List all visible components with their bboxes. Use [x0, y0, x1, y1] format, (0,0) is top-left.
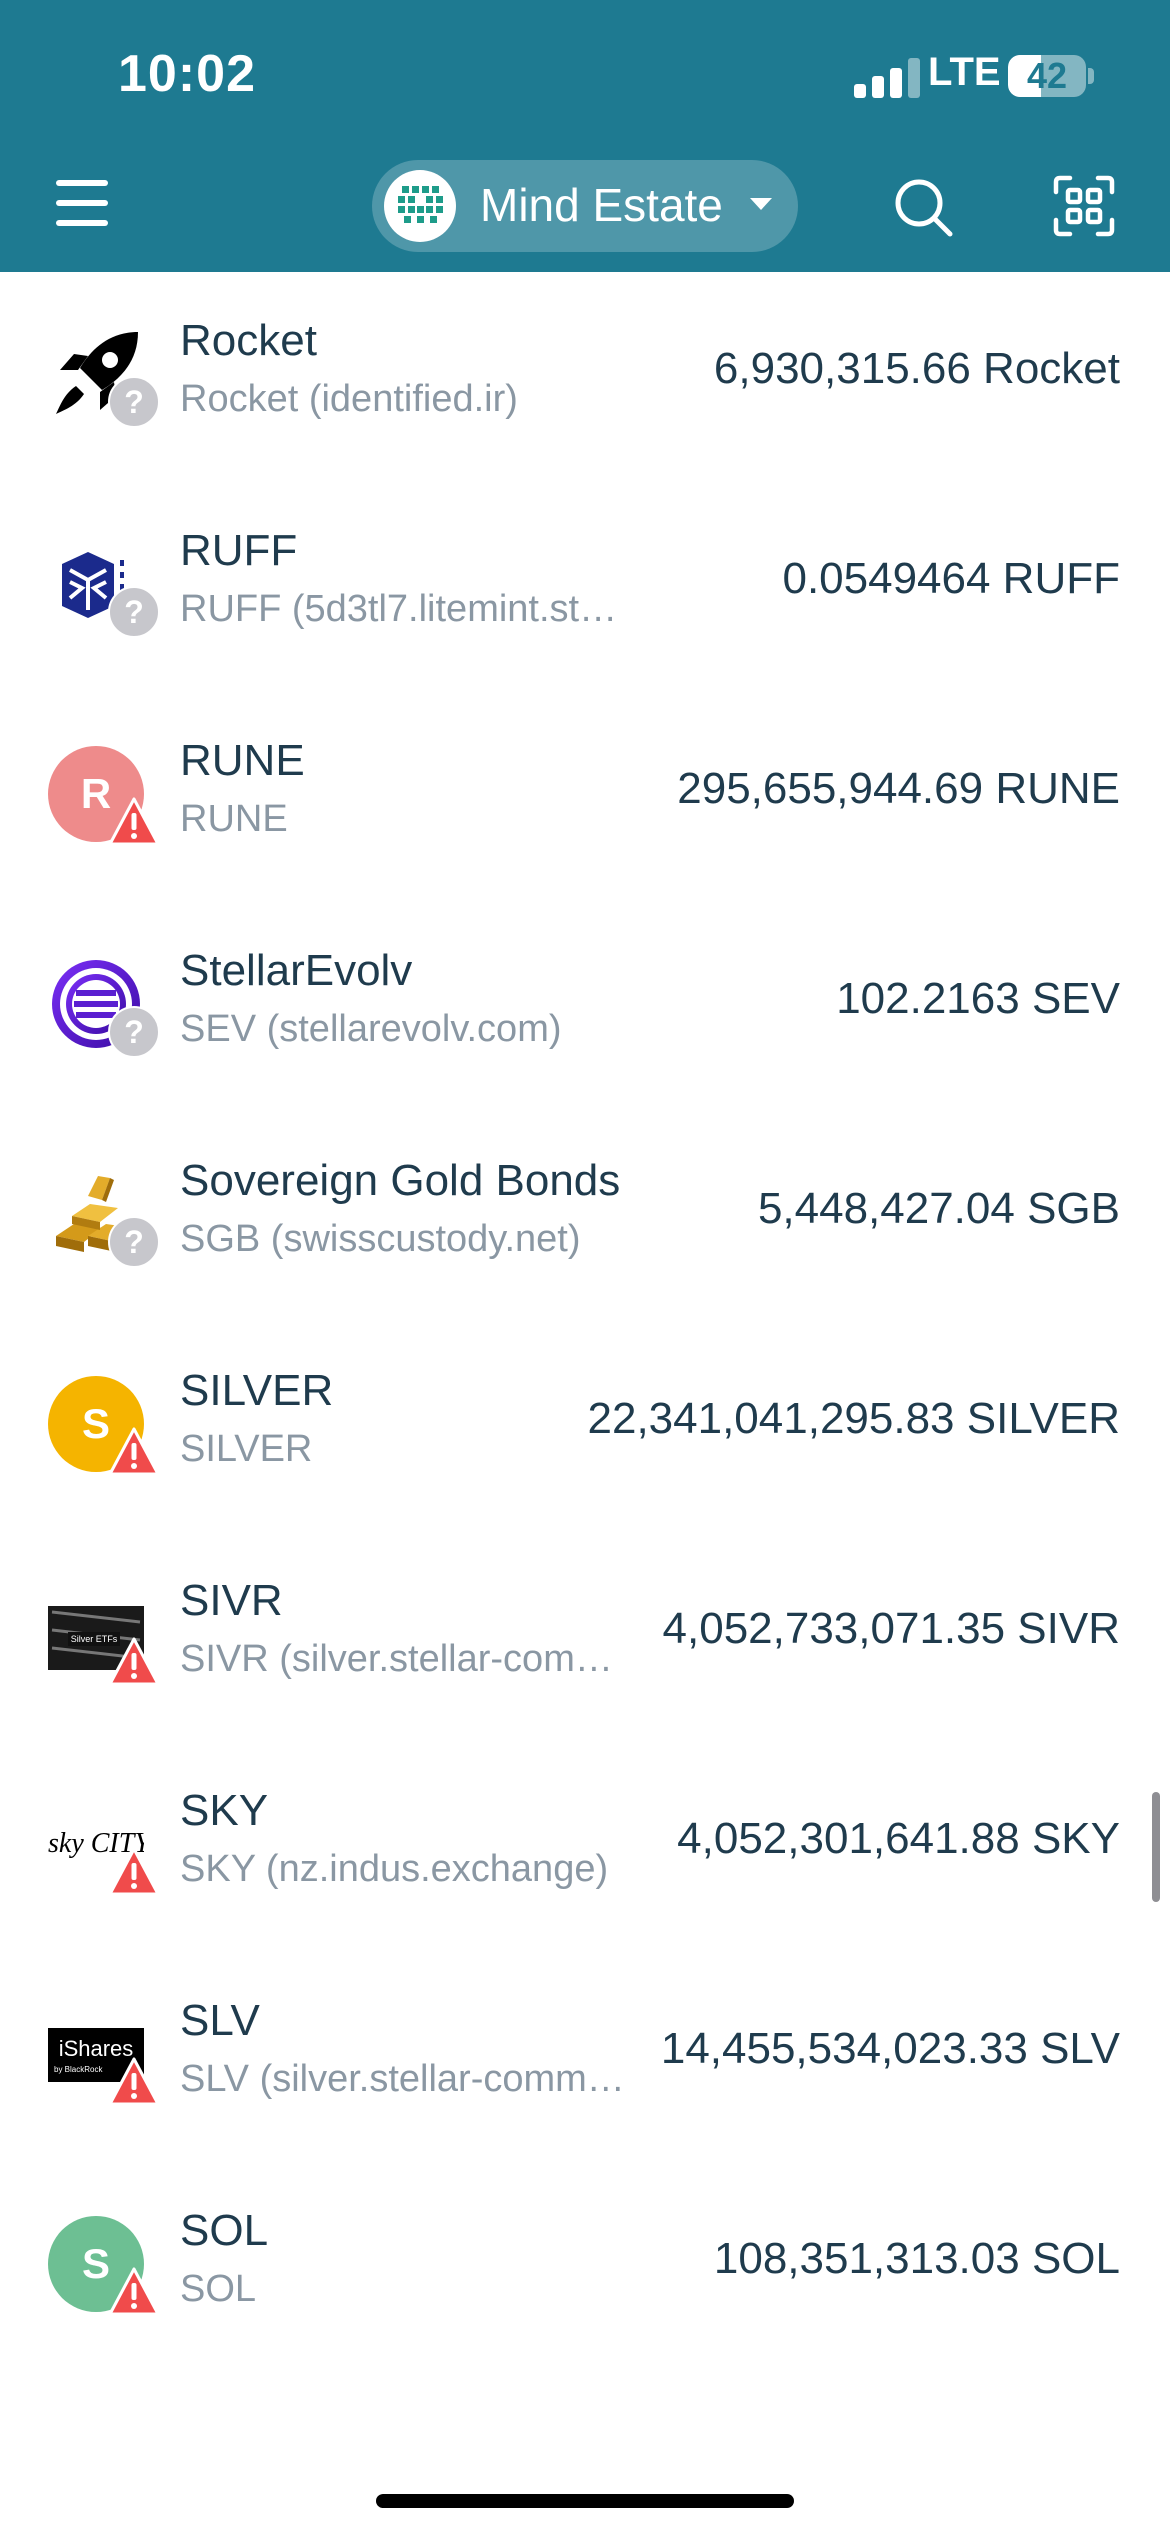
- asset-issuer: Rocket (identified.ir): [180, 378, 518, 420]
- asset-row-sivr[interactable]: Silver ETFs SIVR SIVR (silver.stellar-co…: [0, 1532, 1170, 1742]
- asset-issuer: SKY (nz.indus.exchange): [180, 1848, 609, 1890]
- battery-icon: 42: [1008, 55, 1086, 97]
- account-switcher[interactable]: Mind Estate: [372, 160, 798, 252]
- warning-triangle-icon: [108, 2266, 160, 2318]
- asset-balance: 108,351,313.03 SOL: [713, 2234, 1120, 2283]
- scrollbar[interactable]: [1152, 1792, 1160, 1902]
- asset-name: SILVER: [180, 1366, 334, 1415]
- asset-row-slv[interactable]: iShares by BlackRock SLV SLV (silver.ste…: [0, 1952, 1170, 2162]
- asset-name: SOL: [180, 2206, 269, 2255]
- asset-name: RUNE: [180, 736, 305, 785]
- unverified-badge-icon: ?: [108, 376, 160, 428]
- warning-triangle-icon: [108, 1636, 160, 1688]
- asset-issuer: SGB (swisscustody.net): [180, 1218, 581, 1260]
- asset-row-sky[interactable]: sky CITY SKY SKY (nz.indus.exchange) 4,0…: [0, 1742, 1170, 1952]
- asset-name: SIVR: [180, 1576, 283, 1625]
- account-name: Mind Estate: [480, 179, 723, 231]
- hamburger-menu-icon[interactable]: [52, 178, 112, 230]
- chevron-down-icon: [750, 198, 772, 210]
- search-icon[interactable]: [892, 176, 956, 240]
- home-indicator[interactable]: [376, 2494, 794, 2508]
- asset-name: SLV: [180, 1996, 260, 2045]
- asset-balance: 4,052,733,071.35 SIVR: [662, 1604, 1120, 1653]
- asset-balance: 102.2163 SEV: [836, 974, 1120, 1023]
- account-avatar-icon: [384, 170, 456, 242]
- asset-row-rune[interactable]: R RUNE RUNE 295,655,944.69 RUNE: [0, 692, 1170, 902]
- asset-balance: 4,052,301,641.88 SKY: [677, 1814, 1120, 1863]
- asset-name: Rocket: [180, 316, 317, 365]
- asset-row-silver[interactable]: S SILVER SILVER 22,341,041,295.83 SILVER: [0, 1322, 1170, 1532]
- unverified-badge-icon: ?: [108, 1216, 160, 1268]
- battery-level: 42: [1026, 55, 1068, 96]
- asset-issuer: RUNE: [180, 798, 288, 840]
- network-type: LTE: [928, 50, 1001, 94]
- asset-issuer: SLV (silver.stellar-comm…: [180, 2058, 625, 2100]
- warning-triangle-icon: [108, 1426, 160, 1478]
- qr-scan-icon[interactable]: [1052, 174, 1116, 238]
- warning-triangle-icon: [108, 2056, 160, 2108]
- asset-name: RUFF: [180, 526, 298, 575]
- asset-balance: 14,455,534,023.33 SLV: [660, 2024, 1120, 2073]
- asset-name: StellarEvolv: [180, 946, 413, 995]
- asset-row-ruff[interactable]: ? RUFF RUFF (5d3tl7.litemint.store) 0.05…: [0, 482, 1170, 692]
- asset-row-sovereign-gold-bonds[interactable]: ? Sovereign Gold Bonds SGB (swisscustody…: [0, 1112, 1170, 1322]
- asset-name: SKY: [180, 1786, 269, 1835]
- warning-triangle-icon: [108, 1846, 160, 1898]
- asset-name: Sovereign Gold Bonds: [180, 1156, 621, 1205]
- asset-issuer: RUFF (5d3tl7.litemint.store): [180, 588, 630, 630]
- asset-balance: 22,341,041,295.83 SILVER: [587, 1394, 1121, 1443]
- unverified-badge-icon: ?: [108, 1006, 160, 1058]
- logo-subtext: by BlackRock: [54, 2065, 103, 2074]
- warning-triangle-icon: [108, 796, 160, 848]
- battery-nub: [1088, 68, 1094, 84]
- asset-balance: 5,448,427.04 SGB: [757, 1184, 1120, 1233]
- app-header: 10:02 LTE 42 Mind Estate: [0, 0, 1170, 272]
- asset-issuer: SILVER: [180, 1428, 313, 1470]
- asset-issuer: SIVR (silver.stellar-com…: [180, 1638, 613, 1680]
- unverified-badge-icon: ?: [108, 586, 160, 638]
- asset-row-stellarevolv[interactable]: ? StellarEvolv SEV (stellarevolv.com) 10…: [0, 902, 1170, 1112]
- asset-row-rocket[interactable]: ? Rocket Rocket (identified.ir) 6,930,31…: [0, 272, 1170, 482]
- asset-issuer: SOL: [180, 2268, 257, 2310]
- status-time: 10:02: [118, 45, 256, 103]
- asset-balance: 295,655,944.69 RUNE: [677, 764, 1120, 813]
- asset-balance: 0.0549464 RUFF: [782, 554, 1120, 603]
- asset-issuer: SEV (stellarevolv.com): [180, 1008, 562, 1050]
- asset-balance: 6,930,315.66 Rocket: [713, 344, 1120, 393]
- asset-row-sol[interactable]: S SOL SOL 108,351,313.03 SOL: [0, 2162, 1170, 2372]
- cellular-signal-icon: [854, 58, 920, 98]
